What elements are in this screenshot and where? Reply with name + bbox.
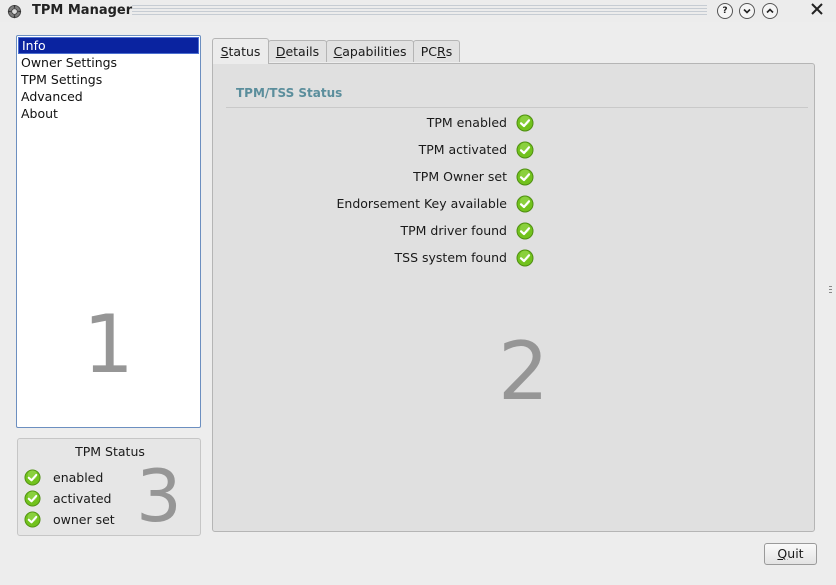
section-divider bbox=[226, 107, 808, 108]
status-tab-panel bbox=[212, 63, 815, 532]
status-row-label: Endorsement Key available bbox=[336, 196, 507, 211]
check-icon bbox=[516, 249, 534, 267]
sidebar-item-advanced[interactable]: Advanced bbox=[17, 88, 200, 105]
check-icon bbox=[24, 511, 41, 528]
quit-button[interactable]: Quit bbox=[764, 543, 817, 565]
status-row-label: TPM enabled bbox=[426, 115, 507, 130]
minimize-button[interactable] bbox=[739, 3, 755, 19]
tab-status[interactable]: Status bbox=[212, 38, 269, 64]
status-item-label: activated bbox=[53, 491, 112, 506]
tab-capabilities[interactable]: Capabilities bbox=[326, 40, 414, 62]
check-icon bbox=[516, 114, 534, 132]
status-row-label: TPM activated bbox=[418, 142, 507, 157]
check-icon bbox=[24, 490, 41, 507]
maximize-button[interactable] bbox=[762, 3, 778, 19]
gear-icon[interactable] bbox=[7, 4, 22, 19]
title-bar-decoration bbox=[132, 5, 707, 17]
help-button[interactable]: ? bbox=[717, 3, 733, 19]
chevron-up-icon bbox=[766, 8, 774, 14]
region-marker-1: 1 bbox=[83, 298, 134, 391]
close-icon bbox=[811, 3, 823, 15]
check-icon bbox=[516, 195, 534, 213]
title-bar: TPM Manager ? bbox=[0, 0, 836, 22]
check-icon bbox=[24, 469, 41, 486]
check-icon bbox=[516, 222, 534, 240]
tpm-status-box: TPM Status enabled activated owner set 3 bbox=[17, 438, 201, 536]
status-row-label: TPM Owner set bbox=[413, 169, 507, 184]
status-item-label: owner set bbox=[53, 512, 115, 527]
region-marker-3: 3 bbox=[136, 454, 182, 536]
region-marker-2: 2 bbox=[498, 325, 549, 418]
sidebar-item-owner-settings[interactable]: Owner Settings bbox=[17, 54, 200, 71]
splitter-handle[interactable] bbox=[829, 286, 832, 294]
sidebar-item-tpm-settings[interactable]: TPM Settings bbox=[17, 71, 200, 88]
check-icon bbox=[516, 168, 534, 186]
sidebar-item-about[interactable]: About bbox=[17, 105, 200, 122]
close-button[interactable] bbox=[809, 1, 825, 19]
check-icon bbox=[516, 141, 534, 159]
status-row-label: TPM driver found bbox=[400, 223, 507, 238]
chevron-down-icon bbox=[743, 8, 751, 14]
window-title: TPM Manager bbox=[32, 3, 133, 18]
tab-pcrs[interactable]: PCRs bbox=[413, 40, 460, 62]
status-item-label: enabled bbox=[53, 470, 104, 485]
section-title: TPM/TSS Status bbox=[236, 86, 343, 100]
tab-details[interactable]: Details bbox=[268, 40, 327, 62]
sidebar-item-info[interactable]: Info bbox=[18, 37, 199, 54]
status-row-label: TSS system found bbox=[394, 250, 507, 265]
sidebar-nav-list: Info Owner Settings TPM Settings Advance… bbox=[16, 35, 201, 428]
